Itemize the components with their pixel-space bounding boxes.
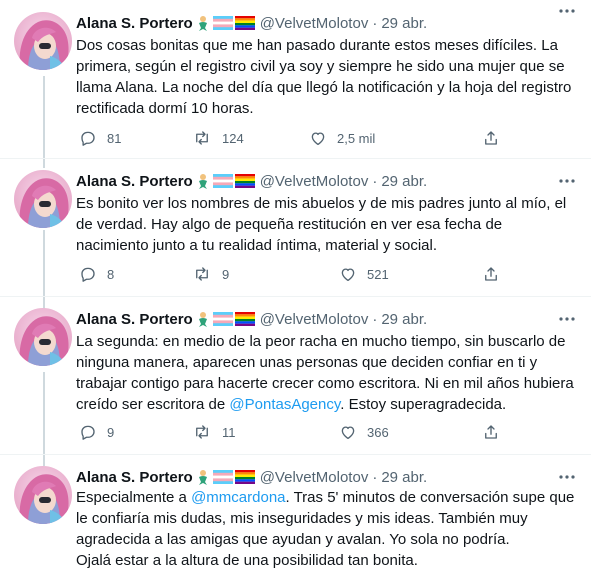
reply-icon <box>81 267 95 282</box>
rainbow-flag-icon <box>234 174 255 188</box>
like-button[interactable]: 521 <box>339 264 389 284</box>
reply-button[interactable]: 9 <box>79 422 114 442</box>
share-icon <box>485 425 497 439</box>
retweet-icon <box>196 267 208 281</box>
author-handle[interactable]: @VelvetMolotov <box>260 469 369 486</box>
tweet-actions: 9 11 366 <box>76 422 516 442</box>
retweet-icon <box>196 425 208 439</box>
tweet-text-end: . Estoy superagradecida. <box>340 396 507 413</box>
tweet-date[interactable]: 29 abr. <box>381 311 427 328</box>
trans-flag-icon <box>212 312 233 326</box>
mention-link[interactable]: @mmcardona <box>191 489 285 506</box>
like-button[interactable]: 366 <box>339 422 389 442</box>
tweet-text: Especialmente a @mmcardona. Tras 5' minu… <box>76 487 576 571</box>
like-count: 2,5 mil <box>337 130 376 146</box>
more-options-icon[interactable] <box>557 172 577 190</box>
name-emojis <box>195 311 257 327</box>
tweet[interactable]: Alana S. Portero @VelvetMolotov · 29 abr… <box>0 455 591 572</box>
author-name[interactable]: Alana S. Portero <box>76 173 193 190</box>
reply-button[interactable]: 81 <box>79 128 121 148</box>
author-handle[interactable]: @VelvetMolotov <box>260 15 369 32</box>
name-emojis <box>195 469 257 485</box>
like-button[interactable]: 2,5 mil <box>309 128 375 148</box>
share-button[interactable] <box>482 264 510 284</box>
mention-link[interactable]: @PontasAgency <box>229 396 340 413</box>
tweet-actions: 8 9 521 <box>76 264 516 284</box>
share-icon <box>485 267 497 281</box>
heart-icon <box>341 426 355 440</box>
reply-button[interactable]: 8 <box>79 264 114 284</box>
trans-flag-icon <box>212 16 233 30</box>
tweet-text: Es bonito ver los nombres de mis abuelos… <box>76 195 567 254</box>
tweet-text: Dos cosas bonitas que me han pasado dura… <box>76 37 572 117</box>
author-handle[interactable]: @VelvetMolotov <box>260 311 369 328</box>
retweet-button[interactable]: 124 <box>192 128 244 148</box>
author-name[interactable]: Alana S. Portero <box>76 469 193 486</box>
more-options-icon[interactable] <box>557 468 577 486</box>
tweet[interactable]: Alana S. Portero @VelvetMolotov · 29 abr… <box>0 297 591 454</box>
tweet[interactable]: Alana S. Portero @VelvetMolotov · 29 abr… <box>0 0 591 158</box>
more-options-icon[interactable] <box>557 2 577 20</box>
author-name[interactable]: Alana S. Portero <box>76 15 193 32</box>
tweet-date[interactable]: 29 abr. <box>381 15 427 32</box>
share-button[interactable] <box>482 128 510 148</box>
retweet-button[interactable]: 11 <box>192 422 236 442</box>
tweet[interactable]: Alana S. Portero @VelvetMolotov · 29 abr… <box>0 159 591 296</box>
retweet-icon <box>196 131 208 145</box>
retweet-count: 11 <box>222 424 236 440</box>
trans-flag-icon <box>212 470 233 484</box>
trans-flag-icon <box>212 174 233 188</box>
tweet-text: La segunda: en medio de la peor racha en… <box>76 331 576 415</box>
retweet-button[interactable]: 9 <box>192 264 229 284</box>
reply-count: 81 <box>107 130 122 146</box>
retweet-count: 9 <box>222 266 230 282</box>
more-options-icon[interactable] <box>557 310 577 328</box>
avatar[interactable] <box>14 308 72 366</box>
reply-icon <box>81 131 95 146</box>
tweet-text-start: Especialmente a <box>76 489 192 506</box>
avatar[interactable] <box>14 12 72 70</box>
mermaid-emoji-icon <box>198 174 207 189</box>
reply-icon <box>81 425 95 440</box>
separator-dot: · <box>372 172 378 190</box>
like-count: 366 <box>367 424 389 440</box>
mermaid-emoji-icon <box>198 16 207 31</box>
like-count: 521 <box>367 266 389 282</box>
heart-icon <box>311 132 325 146</box>
tweet-date[interactable]: 29 abr. <box>381 469 427 486</box>
mermaid-emoji-icon <box>198 470 207 485</box>
reply-count: 9 <box>107 424 115 440</box>
rainbow-flag-icon <box>234 470 255 484</box>
mermaid-emoji-icon <box>198 312 207 327</box>
avatar[interactable] <box>14 466 72 524</box>
retweet-count: 124 <box>222 130 244 146</box>
rainbow-flag-icon <box>234 312 255 326</box>
separator-dot: · <box>372 310 378 328</box>
separator-dot: · <box>372 14 378 32</box>
author-handle[interactable]: @VelvetMolotov <box>260 173 369 190</box>
share-icon <box>485 131 497 145</box>
separator-dot: · <box>372 468 378 486</box>
avatar[interactable] <box>14 170 72 228</box>
tweet-actions: 81 124 2,5 mil <box>76 128 516 148</box>
name-emojis <box>195 15 257 31</box>
heart-icon <box>341 268 355 282</box>
author-name[interactable]: Alana S. Portero <box>76 311 193 328</box>
reply-count: 8 <box>107 266 115 282</box>
share-button[interactable] <box>482 422 510 442</box>
tweet-date[interactable]: 29 abr. <box>381 173 427 190</box>
name-emojis <box>195 173 257 189</box>
rainbow-flag-icon <box>234 16 255 30</box>
